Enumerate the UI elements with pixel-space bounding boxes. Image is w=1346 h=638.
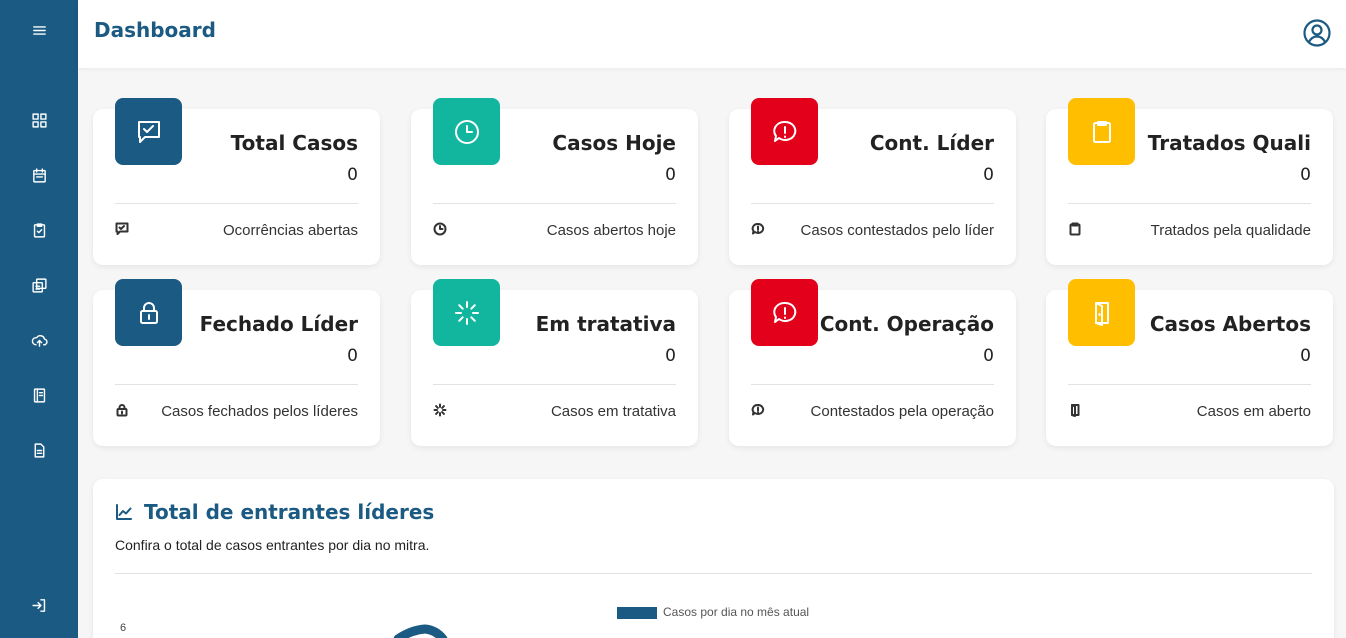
divider (751, 384, 994, 385)
book-icon[interactable] (27, 383, 51, 407)
clipboard-check-icon[interactable] (27, 218, 51, 242)
card-footer: Casos em aberto (1196, 403, 1311, 420)
card-cont-lider[interactable]: Cont. Líder 0 Casos contestados pelo líd… (729, 98, 1016, 265)
divider (433, 384, 676, 385)
card-footer: Contestados pela operação (810, 403, 994, 420)
loader-icon (433, 403, 448, 418)
door-open-icon (1068, 279, 1135, 346)
card-value: 0 (347, 165, 358, 185)
card-total-casos[interactable]: Total Casos 0 Ocorrências abertas (93, 98, 380, 265)
grid-icon[interactable] (27, 108, 51, 132)
card-fechado-lider[interactable]: Fechado Líder 0 Casos fechados pelos líd… (93, 279, 380, 446)
card-casos-abertos[interactable]: Casos Abertos 0 Casos em aberto (1046, 279, 1333, 446)
card-value: 0 (665, 346, 676, 366)
calendar-icon[interactable] (27, 163, 51, 187)
alert-bubble-icon (751, 403, 766, 418)
divider (751, 203, 994, 204)
copy-icon[interactable] (27, 273, 51, 297)
card-title: Casos Hoje (552, 131, 676, 155)
line-chart (393, 624, 448, 638)
divider (115, 384, 358, 385)
card-value: 0 (1300, 165, 1311, 185)
card-footer: Casos fechados pelos líderes (161, 403, 358, 420)
top-bar: Dashboard (78, 0, 1346, 68)
card-tratados-quali[interactable]: Tratados Quali 0 Tratados pela qualidade (1046, 98, 1333, 265)
divider (1068, 203, 1311, 204)
sidebar (0, 0, 78, 638)
divider (433, 203, 676, 204)
card-footer: Ocorrências abertas (222, 222, 358, 239)
alert-bubble-icon (751, 279, 818, 346)
door-open-icon (1068, 403, 1083, 418)
card-footer: Tratados pela qualidade (1150, 222, 1311, 239)
card-value: 0 (665, 165, 676, 185)
lock-icon (115, 403, 130, 418)
card-title: Tratados Quali (1147, 131, 1311, 155)
card-footer: Casos abertos hoje (546, 222, 676, 239)
card-cont-operacao[interactable]: Cont. Operação 0 Contestados pela operaç… (729, 279, 1016, 446)
alert-bubble-icon (751, 222, 766, 237)
card-title: Casos Abertos (1149, 312, 1311, 336)
card-footer: Casos em tratativa (550, 403, 676, 420)
card-title: Em tratativa (535, 312, 676, 336)
chart-panel: Total de entrantes líderes Confira o tot… (93, 479, 1334, 638)
card-footer: Casos contestados pelo líder (800, 222, 994, 239)
divider (1068, 384, 1311, 385)
card-title: Total Casos (230, 131, 358, 155)
card-value: 0 (347, 346, 358, 366)
chat-check-icon (115, 222, 130, 237)
loader-icon (433, 279, 500, 346)
lock-icon (115, 279, 182, 346)
logout-icon[interactable] (27, 593, 51, 617)
card-title: Cont. Operação (819, 312, 994, 336)
alert-bubble-icon (751, 98, 818, 165)
card-value: 0 (1300, 346, 1311, 366)
hamburger-icon[interactable] (27, 18, 51, 42)
user-circle-icon[interactable] (1302, 18, 1332, 48)
card-title: Fechado Líder (199, 312, 358, 336)
clipboard-icon (1068, 98, 1135, 165)
card-value: 0 (983, 346, 994, 366)
page-title: Dashboard (94, 18, 216, 42)
document-icon[interactable] (27, 438, 51, 462)
clock-icon (433, 222, 448, 237)
card-casos-hoje[interactable]: Casos Hoje 0 Casos abertos hoje (411, 98, 698, 265)
data-point (422, 625, 430, 633)
series-line (393, 624, 448, 638)
card-em-tratativa[interactable]: Em tratativa 0 Casos em tratativa (411, 279, 698, 446)
clock-icon (433, 98, 500, 165)
card-value: 0 (983, 165, 994, 185)
divider (115, 203, 358, 204)
chat-check-icon (115, 98, 182, 165)
cloud-upload-icon[interactable] (27, 328, 51, 352)
card-title: Cont. Líder (869, 131, 994, 155)
clipboard-icon (1068, 222, 1083, 237)
